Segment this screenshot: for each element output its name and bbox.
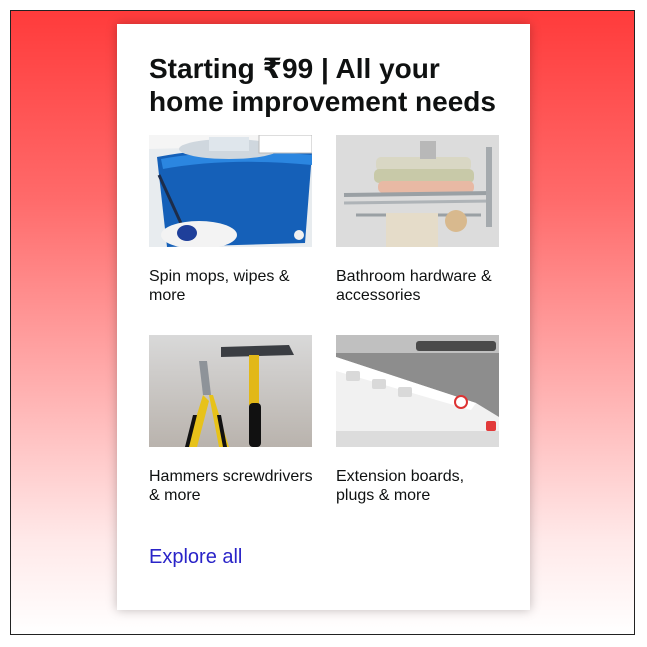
explore-all-link[interactable]: Explore all bbox=[149, 546, 242, 569]
promo-frame: Starting ₹99 | All your home improvement… bbox=[10, 10, 635, 635]
extension-board-image[interactable] bbox=[336, 335, 499, 447]
promo-card: Starting ₹99 | All your home improvement… bbox=[117, 24, 530, 610]
tile-hammers-screwdrivers[interactable]: Hammers screwdrivers & more bbox=[149, 335, 313, 505]
tile-extension-boards[interactable]: Extension boards, plugs & more bbox=[336, 335, 500, 505]
towel-rack-image[interactable] bbox=[336, 135, 499, 247]
tile-label[interactable]: Hammers screwdrivers & more bbox=[149, 467, 313, 505]
tile-label[interactable]: Extension boards, plugs & more bbox=[336, 467, 500, 505]
tile-label[interactable]: Spin mops, wipes & more bbox=[149, 267, 313, 305]
spin-mop-bucket-image[interactable] bbox=[149, 135, 312, 247]
tile-spin-mops[interactable]: Spin mops, wipes & more bbox=[149, 135, 313, 305]
card-title: Starting ₹99 | All your home improvement… bbox=[149, 53, 496, 117]
tile-label[interactable]: Bathroom hardware & accessories bbox=[336, 267, 500, 305]
hammer-pliers-image[interactable] bbox=[149, 335, 312, 447]
tile-bathroom-hardware[interactable]: Bathroom hardware & accessories bbox=[336, 135, 500, 305]
